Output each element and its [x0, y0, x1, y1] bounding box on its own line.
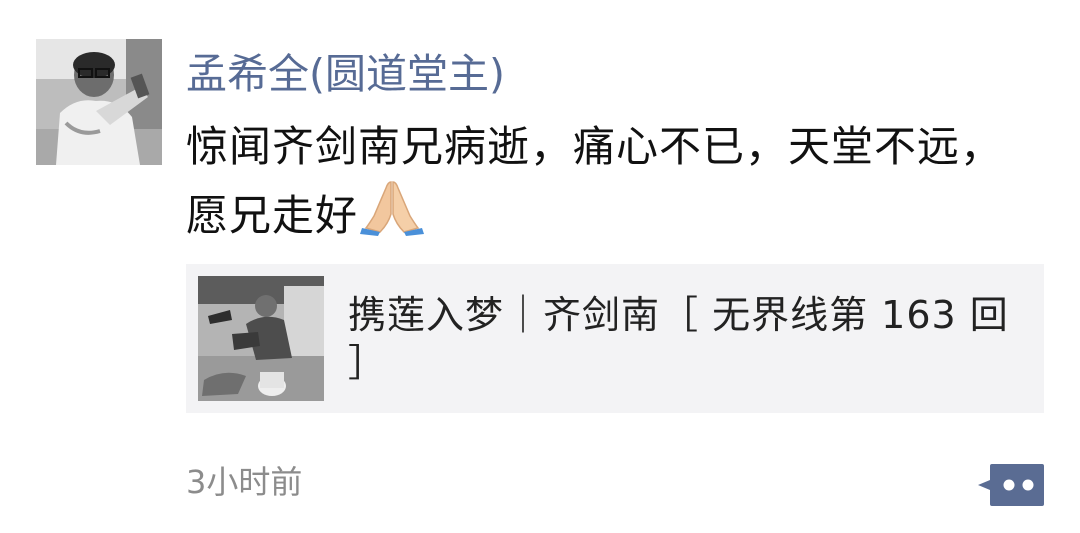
link-thumbnail: [198, 276, 324, 401]
comment-dots-icon: [978, 464, 1044, 506]
link-title: 携莲入梦｜齐剑南［ 无界线第 163 回 ］: [348, 293, 1009, 385]
avatar-photo: [36, 39, 162, 165]
shared-link-card[interactable]: 携莲入梦｜齐剑南［ 无界线第 163 回 ］: [186, 264, 1044, 413]
post-text: 惊闻齐剑南兄病逝，痛心不已，天堂不远，愿兄走好: [186, 116, 1026, 253]
comment-dots-button[interactable]: [978, 462, 1044, 508]
thumbnail-photo: [198, 276, 324, 401]
moments-post: 孟希全(圆道堂主) 惊闻齐剑南兄病逝，痛心不已，天堂不远，愿兄走好 携莲入梦｜齐…: [0, 0, 1080, 533]
folded-hands-emoji-icon: [360, 178, 425, 253]
post-timestamp: 3小时前: [186, 463, 303, 501]
author-avatar[interactable]: [36, 39, 162, 165]
author-name[interactable]: 孟希全(圆道堂主): [186, 44, 505, 104]
post-text-content: 惊闻齐剑南兄病逝，痛心不已，天堂不远，愿兄走好: [186, 122, 1004, 240]
